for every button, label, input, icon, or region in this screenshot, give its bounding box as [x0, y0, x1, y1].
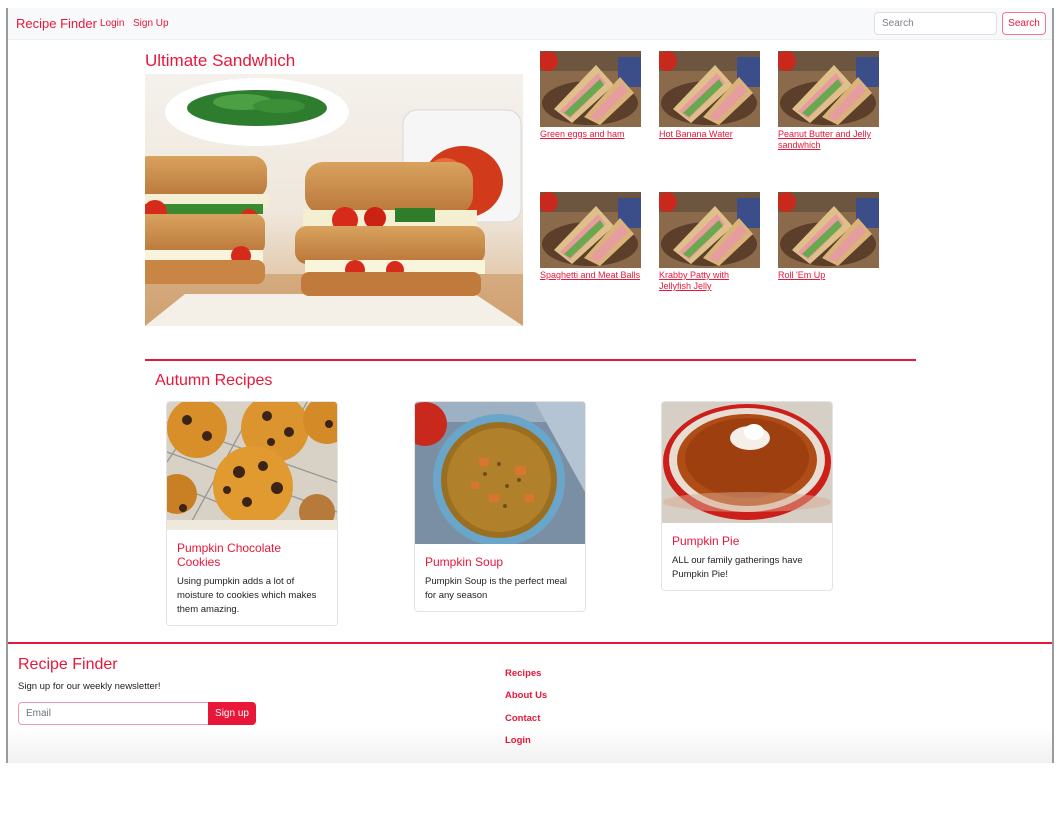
sandwich-photo	[659, 51, 760, 127]
navbar-brand[interactable]: Recipe Finder	[16, 16, 97, 31]
recipe-thumb-label[interactable]: Krabby Patty with Jellyfish Jelly	[659, 270, 760, 292]
recipe-thumb[interactable]: Green eggs and ham	[540, 51, 641, 140]
grilled-cheese-sandwich-photo	[145, 74, 523, 326]
recipe-card[interactable]: Pumpkin Chocolate Cookies Using pumpkin …	[166, 401, 338, 626]
footer-title: Recipe Finder	[18, 656, 118, 673]
sandwich-photo	[540, 192, 641, 268]
footer-link-login[interactable]: Login	[505, 735, 531, 746]
sandwich-photo	[540, 51, 641, 127]
soup-photo	[415, 402, 585, 544]
recipe-thumb[interactable]: Peanut Butter and Jelly sandwhich	[778, 51, 879, 151]
recipe-thumb-label[interactable]: Peanut Butter and Jelly sandwhich	[778, 129, 879, 151]
nav-login-link[interactable]: Login	[100, 18, 124, 29]
card-text: Using pumpkin adds a lot of moisture to …	[177, 576, 317, 615]
sandwich-photo	[778, 192, 879, 268]
browser-viewport: Recipe Finder Login Sign Up Search Ultim…	[6, 8, 1054, 763]
recipe-card[interactable]: Pumpkin Soup Pumpkin Soup is the perfect…	[414, 401, 586, 612]
section-divider	[145, 359, 916, 361]
search-button[interactable]: Search	[1002, 12, 1046, 35]
recipe-thumb[interactable]: Krabby Patty with Jellyfish Jelly	[659, 192, 760, 292]
recipe-thumb[interactable]: Hot Banana Water	[659, 51, 760, 140]
footer-link-recipes[interactable]: Recipes	[505, 668, 541, 679]
recipe-thumb-label[interactable]: Green eggs and ham	[540, 129, 641, 140]
newsletter-email-input[interactable]	[18, 702, 208, 725]
recipe-thumb-label[interactable]: Spaghetti and Meat Balls	[540, 270, 641, 281]
footer-subtitle: Sign up for our weekly newsletter!	[18, 681, 161, 692]
card-title[interactable]: Pumpkin Pie	[672, 534, 822, 548]
nav-signup-link[interactable]: Sign Up	[133, 18, 169, 29]
footer-link-about[interactable]: About Us	[505, 690, 547, 701]
cookies-photo	[167, 402, 337, 530]
recipe-card[interactable]: Pumpkin Pie ALL our family gatherings ha…	[661, 401, 833, 591]
recipe-thumb-label[interactable]: Roll 'Em Up	[778, 270, 879, 281]
card-title[interactable]: Pumpkin Chocolate Cookies	[177, 541, 327, 569]
search-input[interactable]	[874, 12, 997, 35]
autumn-section-title: Autumn Recipes	[155, 372, 273, 389]
recipe-thumb-label[interactable]: Hot Banana Water	[659, 129, 760, 140]
card-text: ALL our family gatherings have Pumpkin P…	[672, 555, 803, 580]
recipe-thumb[interactable]: Roll 'Em Up	[778, 192, 879, 281]
sandwich-photo	[659, 192, 760, 268]
newsletter-signup-button[interactable]: Sign up	[208, 702, 256, 725]
featured-title: Ultimate Sandwhich	[145, 51, 296, 70]
navbar: Recipe Finder Login Sign Up Search	[8, 8, 1052, 40]
footer-link-contact[interactable]: Contact	[505, 713, 540, 724]
card-title[interactable]: Pumpkin Soup	[425, 555, 575, 569]
card-text: Pumpkin Soup is the perfect meal for any…	[425, 576, 568, 601]
footer: Recipe Finder Sign up for our weekly new…	[8, 644, 1052, 763]
pie-photo	[662, 402, 832, 523]
featured-image[interactable]	[145, 74, 523, 326]
recipe-thumb[interactable]: Spaghetti and Meat Balls	[540, 192, 641, 281]
sandwich-photo	[778, 51, 879, 127]
